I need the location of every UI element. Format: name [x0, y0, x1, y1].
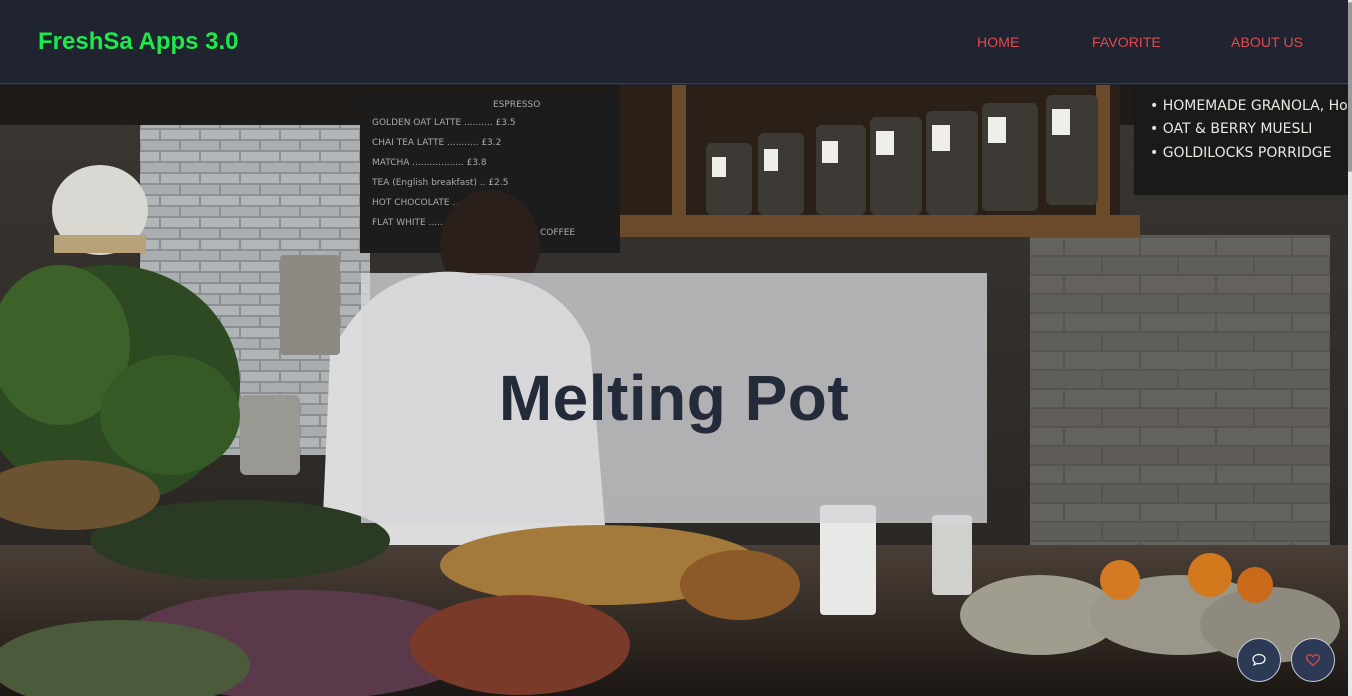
hero-title: Melting Pot: [498, 362, 850, 434]
nav-about-us-link[interactable]: ABOUT US: [1231, 34, 1303, 50]
nav-home-link[interactable]: HOME: [977, 34, 1019, 50]
chalkboard-coffee-label: COFFEE: [540, 228, 575, 238]
chalkboard-espresso-heading: ESPRESSO: [493, 100, 540, 110]
chat-button[interactable]: [1237, 638, 1281, 682]
svg-text:CHAI TEA LATTE ........... £3.: CHAI TEA LATTE ........... £3.2: [372, 138, 501, 148]
svg-text:MATCHA .................. £3.8: MATCHA .................. £3.8: [372, 158, 487, 168]
nav-favorite-link[interactable]: FAVORITE: [1092, 34, 1161, 50]
chalkboard-line-1: • HOMEMADE GRANOLA, Honey & Sam: [1150, 98, 1348, 114]
chalkboard-line-3: • GOLDILOCKS PORRIDGE: [1150, 145, 1331, 161]
brand-logo[interactable]: FreshSa Apps 3.0: [38, 28, 239, 56]
svg-text:GOLDEN OAT LATTE .......... £3: GOLDEN OAT LATTE .......... £3.5: [372, 118, 516, 128]
svg-text:TEA (English breakfast) .. £2.: TEA (English breakfast) .. £2.5: [371, 178, 508, 188]
top-navbar: FreshSa Apps 3.0 HOME FAVORITE ABOUT US: [0, 0, 1352, 84]
favorite-button[interactable]: [1291, 638, 1335, 682]
chalkboard-line-2: • OAT & BERRY MUESLI: [1150, 121, 1312, 137]
scrollbar-thumb[interactable]: [1348, 2, 1352, 172]
heart-icon: [1306, 654, 1320, 667]
hero-banner: GOLDEN OAT LATTE .......... £3.5 CHAI TE…: [0, 85, 1348, 696]
hero-title-card: Melting Pot: [361, 273, 987, 523]
chat-bubble-icon: [1252, 653, 1266, 667]
